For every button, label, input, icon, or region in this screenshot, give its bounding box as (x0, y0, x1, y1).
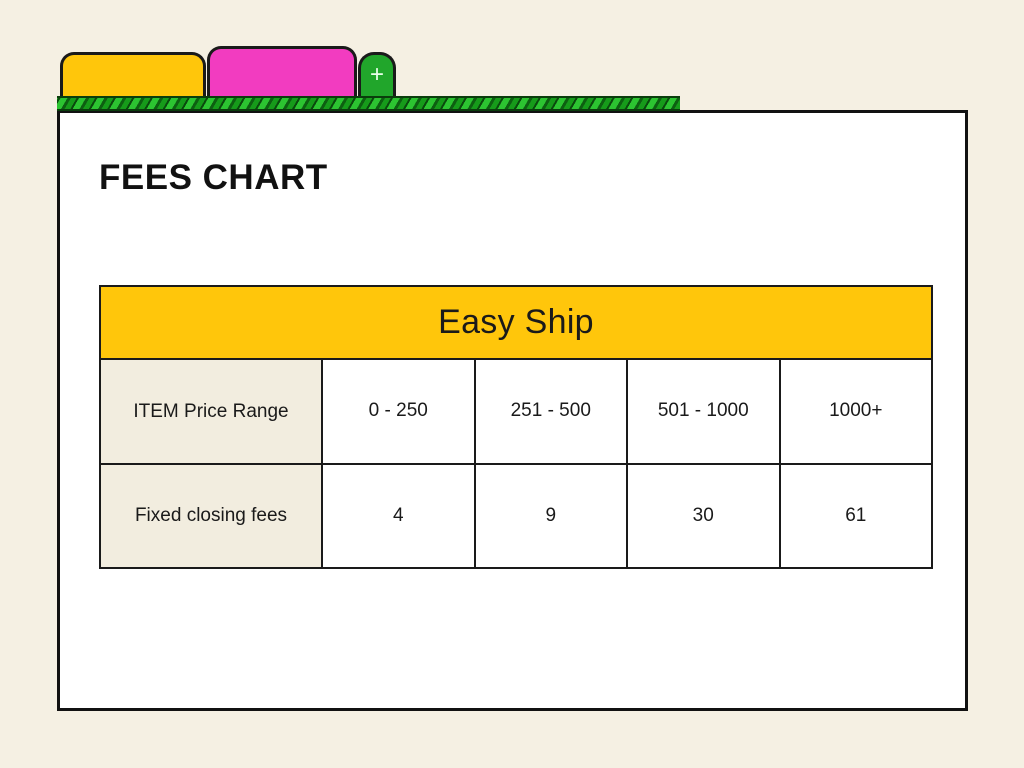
cell-price-range-1: 0 - 250 (321, 358, 476, 465)
tab-one[interactable] (60, 52, 206, 96)
cell-fee-4: 61 (778, 463, 934, 569)
browser-tab-bar: + (0, 0, 1024, 112)
page-title: FEES CHART (99, 158, 328, 197)
table-header-row: Easy Ship (98, 285, 934, 360)
cell-fee-3: 30 (626, 463, 781, 569)
table-header-title: Easy Ship (98, 285, 934, 360)
row-label-item-price-range: ITEM Price Range (99, 358, 323, 465)
table-row: Fixed closing fees 4 9 30 61 (99, 463, 934, 569)
fees-table: Easy Ship ITEM Price Range 0 - 250 251 -… (98, 285, 934, 569)
cell-fee-2: 9 (473, 463, 628, 569)
cell-fee-1: 4 (321, 463, 476, 569)
plus-icon: + (369, 60, 384, 88)
new-tab-button[interactable]: + (358, 52, 396, 96)
tab-two[interactable] (207, 46, 357, 96)
table-row: ITEM Price Range 0 - 250 251 - 500 501 -… (99, 358, 934, 465)
cell-price-range-3: 501 - 1000 (626, 358, 781, 465)
cell-price-range-2: 251 - 500 (473, 358, 628, 465)
tab-bar-rail (57, 96, 680, 111)
cell-price-range-4: 1000+ (778, 358, 934, 465)
content-panel: FEES CHART Easy Ship ITEM Price Range 0 … (57, 110, 968, 711)
row-label-fixed-closing-fees: Fixed closing fees (99, 463, 323, 569)
